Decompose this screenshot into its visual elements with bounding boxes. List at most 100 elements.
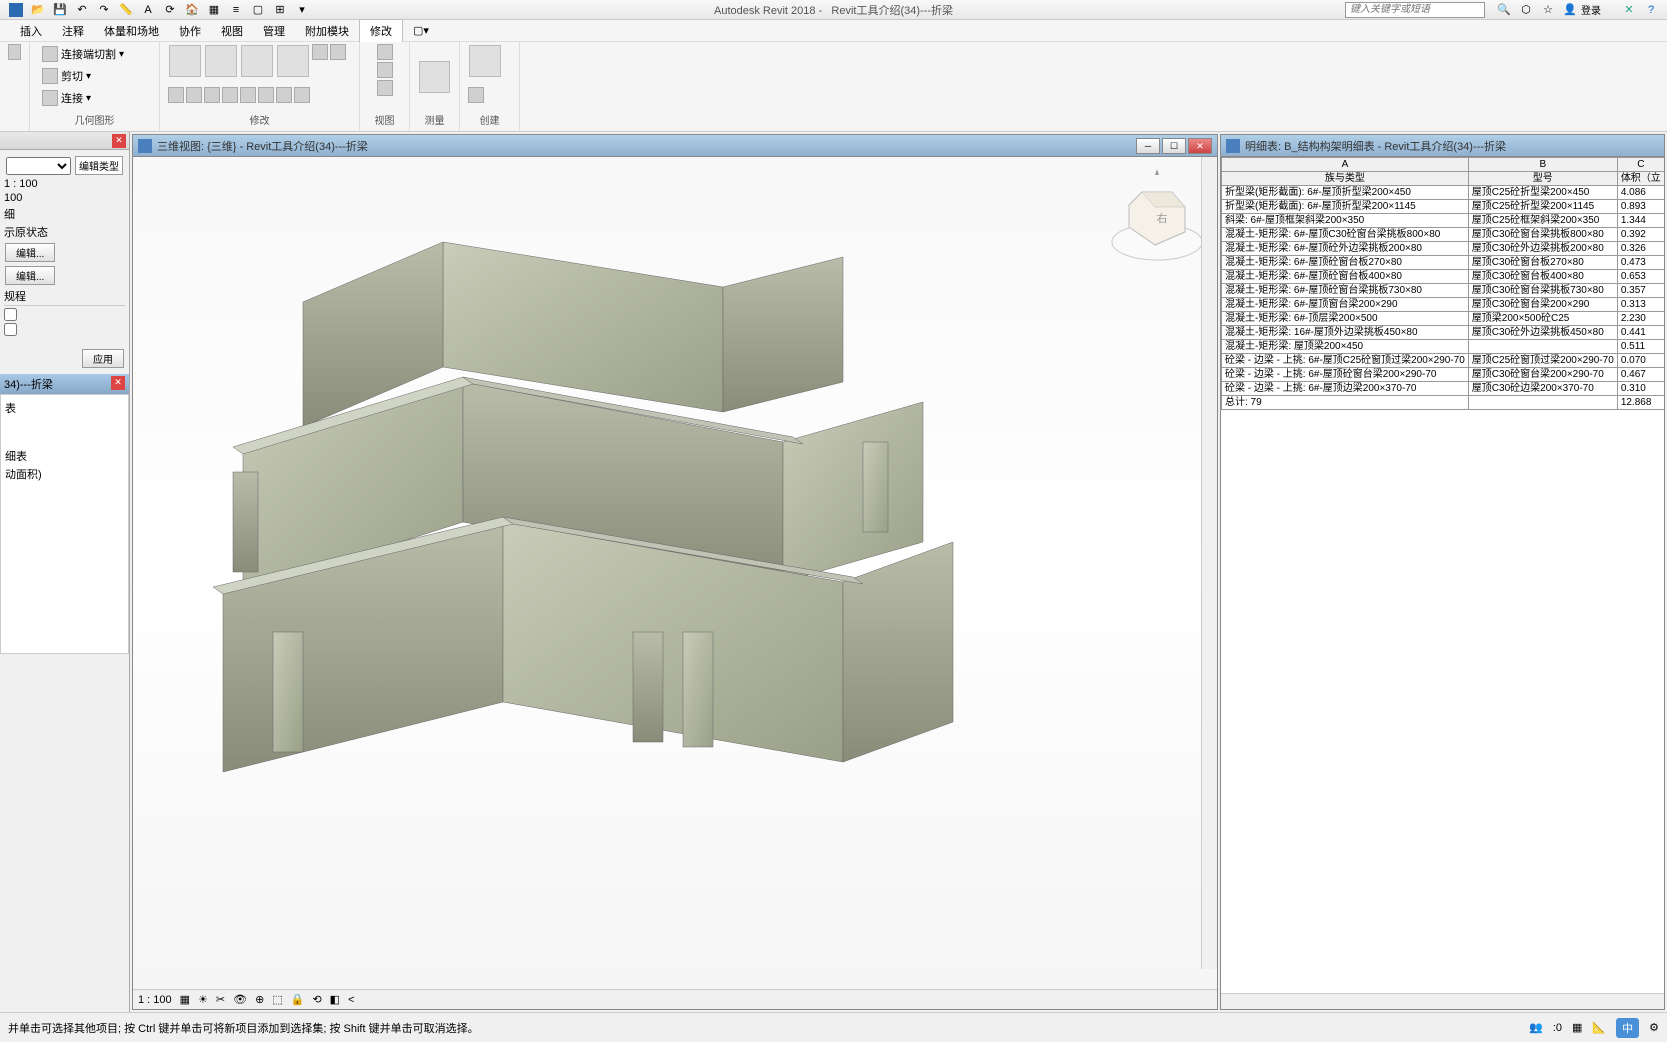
table-cell[interactable]: 斜梁: 6#-屋顶框架斜梁200×350: [1222, 214, 1469, 228]
table-row[interactable]: 混凝土-矩形梁: 屋顶梁200×4500.511: [1222, 340, 1665, 354]
search-icon[interactable]: 🔍: [1496, 2, 1512, 18]
close-hidden-icon[interactable]: ▢: [250, 2, 266, 18]
3d-view-titlebar[interactable]: 三维视图: {三维} - Revit工具介绍(34)---折梁 ─ ☐ ✕: [133, 135, 1217, 157]
array-icon[interactable]: [222, 87, 238, 103]
mirror-draw-icon[interactable]: [277, 45, 309, 77]
align-icon[interactable]: [169, 45, 201, 77]
redo-icon[interactable]: ↷: [96, 2, 112, 18]
rotate-icon[interactable]: [168, 87, 184, 103]
table-cell[interactable]: 屋顶C30砼窗台梁挑板730×80: [1468, 284, 1617, 298]
prop-scale-value[interactable]: 100: [4, 191, 125, 205]
3d-icon[interactable]: 🏠: [184, 2, 200, 18]
close-button[interactable]: ✕: [1188, 138, 1212, 154]
col-header-a[interactable]: A: [1222, 158, 1469, 172]
tab-massing[interactable]: 体量和场地: [94, 20, 169, 42]
modify-tool-icon[interactable]: [8, 44, 21, 60]
table-row[interactable]: 砼梁 - 边梁 - 上挑: 6#-屋顶边梁200×370-70屋顶C30砼边梁2…: [1222, 382, 1665, 396]
undo-icon[interactable]: ↶: [74, 2, 90, 18]
app-menu-icon[interactable]: [8, 2, 24, 18]
table-row[interactable]: 混凝土-矩形梁: 16#-屋顶外边梁挑板450×80屋顶C30砼外边梁挑板450…: [1222, 326, 1665, 340]
table-row[interactable]: 混凝土-矩形梁: 6#-屋顶砼窗台梁挑板730×80屋顶C30砼窗台梁挑板730…: [1222, 284, 1665, 298]
table-cell[interactable]: 屋顶C30砼窗台板400×80: [1468, 270, 1617, 284]
prop-rules[interactable]: 规程: [4, 287, 125, 305]
copy-icon[interactable]: [330, 44, 346, 60]
browser-item1[interactable]: 表: [5, 399, 124, 417]
prop-show-original[interactable]: 示原状态: [4, 223, 125, 241]
tab-view[interactable]: 视图: [211, 20, 253, 42]
table-cell[interactable]: 屋顶C30砼窗台梁挑板800×80: [1468, 228, 1617, 242]
table-cell[interactable]: 屋顶C30砼窗台板270×80: [1468, 256, 1617, 270]
prop-detail[interactable]: 细: [4, 205, 125, 223]
table-cell[interactable]: 屋顶C30砼外边梁挑板450×80: [1468, 326, 1617, 340]
col-header-c[interactable]: C: [1617, 158, 1664, 172]
table-cell[interactable]: 屋顶C25砼折型梁200×450: [1468, 186, 1617, 200]
ime-indicator[interactable]: 中: [1616, 1018, 1639, 1038]
table-row[interactable]: 折型梁(矩形截面): 6#-屋顶折型梁200×1145屋顶C25砼折型梁200×…: [1222, 200, 1665, 214]
vc-icon-8[interactable]: ⟲: [312, 993, 321, 1006]
vc-icon-2[interactable]: ☀: [198, 993, 208, 1006]
table-cell[interactable]: 砼梁 - 边梁 - 上挑: 6#-屋顶C25砼窗顶过梁200×290-70: [1222, 354, 1469, 368]
table-cell[interactable]: 屋顶梁200×500砼C25: [1468, 312, 1617, 326]
table-row[interactable]: 斜梁: 6#-屋顶框架斜梁200×350屋顶C25砼框架斜梁200×3501.3…: [1222, 214, 1665, 228]
table-cell[interactable]: 0.467: [1617, 368, 1664, 382]
schedule-scrollbar-h[interactable]: [1221, 993, 1664, 1009]
scale-icon[interactable]: [240, 87, 256, 103]
table-row[interactable]: 混凝土-矩形梁: 6#-屋顶砼窗台板400×80屋顶C30砼窗台板400×800…: [1222, 270, 1665, 284]
user-icon[interactable]: 👤: [1562, 2, 1578, 18]
table-cell[interactable]: 混凝土-矩形梁: 6#-屋顶砼窗台板270×80: [1222, 256, 1469, 270]
vc-icon-1[interactable]: ▦: [180, 993, 190, 1006]
tab-collaborate[interactable]: 协作: [169, 20, 211, 42]
apply-button[interactable]: 应用: [82, 349, 124, 368]
tab-addins[interactable]: 附加模块: [295, 20, 359, 42]
measure-icon[interactable]: 📏: [118, 2, 134, 18]
table-row[interactable]: 混凝土-矩形梁: 6#-屋顶砼窗台板270×80屋顶C30砼窗台板270×800…: [1222, 256, 1665, 270]
table-cell[interactable]: 混凝土-矩形梁: 6#-屋顶砼外边梁挑板200×80: [1222, 242, 1469, 256]
table-cell[interactable]: 0.313: [1617, 298, 1664, 312]
table-cell[interactable]: 混凝土-矩形梁: 6#-屋顶砼窗台板400×80: [1222, 270, 1469, 284]
table-cell[interactable]: 屋顶C25砼框架斜梁200×350: [1468, 214, 1617, 228]
table-cell[interactable]: 1.344: [1617, 214, 1664, 228]
create-tool1-icon[interactable]: [469, 45, 501, 77]
table-cell[interactable]: 0.893: [1617, 200, 1664, 214]
tab-manage[interactable]: 管理: [253, 20, 295, 42]
table-cell[interactable]: 砼梁 - 边梁 - 上挑: 6#-屋顶边梁200×370-70: [1222, 382, 1469, 396]
table-cell[interactable]: 折型梁(矩形截面): 6#-屋顶折型梁200×1145: [1222, 200, 1469, 214]
trim-icon[interactable]: [186, 87, 202, 103]
table-cell[interactable]: 屋顶C30砼窗台梁200×290-70: [1468, 368, 1617, 382]
table-cell[interactable]: 屋顶C30砼窗台梁200×290: [1468, 298, 1617, 312]
viewcube[interactable]: 右: [1107, 167, 1207, 267]
table-cell[interactable]: 折型梁(矩形截面): 6#-屋顶折型梁200×450: [1222, 186, 1469, 200]
view-scrollbar-v[interactable]: [1201, 157, 1217, 969]
panel-close-button[interactable]: ✕: [112, 134, 126, 148]
table-cell[interactable]: 混凝土-矩形梁: 6#-屋顶C30砼窗台梁挑板800×80: [1222, 228, 1469, 242]
table-cell[interactable]: 0.441: [1617, 326, 1664, 340]
table-cell[interactable]: 总计: 79: [1222, 396, 1469, 410]
delete-icon[interactable]: [294, 87, 310, 103]
table-row[interactable]: 砼梁 - 边梁 - 上挑: 6#-屋顶C25砼窗顶过梁200×290-70屋顶C…: [1222, 354, 1665, 368]
vc-icon-5[interactable]: ⊕: [255, 993, 264, 1006]
table-total-row[interactable]: 总计: 7912.868: [1222, 396, 1665, 410]
table-cell[interactable]: 0.070: [1617, 354, 1664, 368]
prop-scale[interactable]: 1 : 100: [4, 177, 125, 191]
edit-button-1[interactable]: 编辑...: [5, 243, 55, 262]
join-button[interactable]: 连接 ▾: [38, 88, 95, 108]
view-tool3-icon[interactable]: [377, 80, 393, 96]
status-icon-1[interactable]: 👥: [1529, 1021, 1543, 1034]
sync-icon[interactable]: ⟳: [162, 2, 178, 18]
comm-icon[interactable]: ⬡: [1518, 2, 1534, 18]
pin-icon[interactable]: [258, 87, 274, 103]
measure-button-icon[interactable]: [419, 61, 450, 93]
schedule-grid[interactable]: A B C 族与类型 型号 体积（立 折型梁(矩形截面): 6#-屋顶折型梁20…: [1221, 157, 1664, 993]
table-cell[interactable]: [1468, 340, 1617, 354]
tab-annotate[interactable]: 注释: [52, 20, 94, 42]
table-cell[interactable]: [1468, 396, 1617, 410]
table-cell[interactable]: 0.653: [1617, 270, 1664, 284]
table-cell[interactable]: 混凝土-矩形梁: 6#-屋顶窗台梁200×290: [1222, 298, 1469, 312]
table-row[interactable]: 折型梁(矩形截面): 6#-屋顶折型梁200×450屋顶C25砼折型梁200×4…: [1222, 186, 1665, 200]
table-cell[interactable]: 2.230: [1617, 312, 1664, 326]
search-input[interactable]: [1345, 2, 1485, 18]
table-row[interactable]: 混凝土-矩形梁: 6#-屋顶窗台梁200×290屋顶C30砼窗台梁200×290…: [1222, 298, 1665, 312]
scale-label[interactable]: 1 : 100: [138, 994, 172, 1006]
open-icon[interactable]: 📂: [30, 2, 46, 18]
table-cell[interactable]: 屋顶C25砼折型梁200×1145: [1468, 200, 1617, 214]
